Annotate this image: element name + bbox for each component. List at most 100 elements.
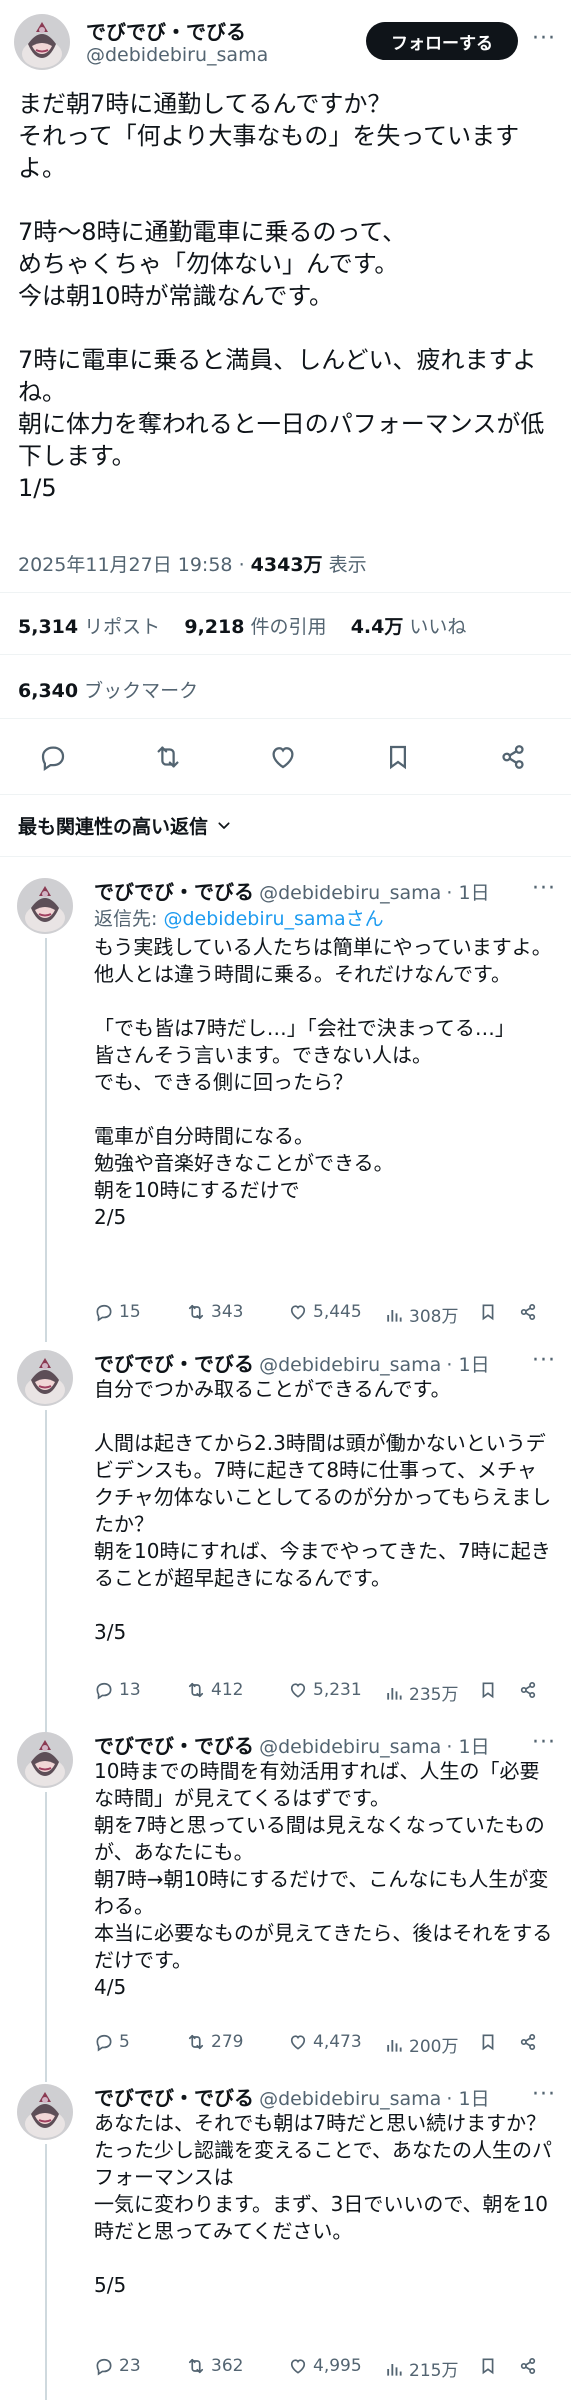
avatar-image <box>17 878 73 934</box>
reply-actions: 13 412 5,231 235万 <box>94 1680 554 1705</box>
reply-age[interactable]: · 1日 <box>446 2088 489 2110</box>
reply-count-button[interactable]: 5 <box>94 2032 130 2052</box>
reply-to-link[interactable]: @debidebiru_samaさん <box>163 908 383 930</box>
reply-header: でびでび・でびる @debidebiru_sama · 1日 <box>94 876 490 905</box>
reply-age[interactable]: · 1日 <box>446 1354 489 1376</box>
reply-text: 自分でつかみ取ることができるんです。 人間は起きてから2.3時間は頭が働かないと… <box>94 1377 552 1644</box>
divider <box>0 654 571 655</box>
likes-stat[interactable]: 4.4万 いいね <box>351 616 467 638</box>
reply-header: でびでび・でびる @debidebiru_sama · 1日 <box>94 1730 490 1759</box>
repost-count-button[interactable]: 362 <box>186 2356 243 2376</box>
reply-avatar[interactable] <box>17 1350 73 1406</box>
quotes-count: 9,218 <box>184 616 245 638</box>
views-count-button[interactable]: 200万 <box>384 2032 458 2057</box>
author-name[interactable]: でびでび・でびる <box>86 16 246 45</box>
author-handle[interactable]: @debidebiru_sama <box>86 44 268 66</box>
share-icon <box>520 1304 536 1320</box>
share-action[interactable] <box>498 742 528 776</box>
repost-count-button[interactable]: 279 <box>186 2032 243 2052</box>
author-avatar[interactable] <box>14 14 70 70</box>
bookmark-icon <box>482 2358 494 2375</box>
reply-author-name[interactable]: でびでび・でびる <box>94 1352 254 1376</box>
like-count: 5,445 <box>313 1302 362 1322</box>
reply-author-name[interactable]: でびでび・でびる <box>94 880 254 904</box>
reply-actions: 15 343 5,445 308万 <box>94 1302 554 1327</box>
bookmark-icon <box>390 745 406 770</box>
like-count-button[interactable]: 4,473 <box>288 2032 362 2052</box>
reply-text: あなたは、それでも朝は7時だと思い続けますか？ たった少し認識を変えることで、あ… <box>94 2111 552 2297</box>
reply-author-handle[interactable]: @debidebiru_sama <box>259 1354 441 1376</box>
more-options-button[interactable]: ··· <box>532 26 556 51</box>
reply-author-handle[interactable]: @debidebiru_sama <box>259 1736 441 1758</box>
like-count-button[interactable]: 5,231 <box>288 1680 362 1700</box>
bookmark-action[interactable] <box>383 742 413 776</box>
views-count: 4343万 <box>250 554 323 576</box>
divider <box>0 794 571 795</box>
reply-icon <box>96 2034 112 2052</box>
reply-header: でびでび・でびる @debidebiru_sama · 1日 <box>94 1348 490 1377</box>
reply-icon <box>96 1682 112 1700</box>
views-count: 235万 <box>409 1685 459 1705</box>
heart-icon <box>290 1305 306 1320</box>
share-button[interactable] <box>518 1680 538 1700</box>
reply-avatar[interactable] <box>17 878 73 934</box>
like-count-button[interactable]: 4,995 <box>288 2356 362 2376</box>
reply-author-handle[interactable]: @debidebiru_sama <box>259 2088 441 2110</box>
like-count: 5,231 <box>313 1680 362 1700</box>
quotes-stat[interactable]: 9,218 件の引用 <box>184 616 326 638</box>
reply-author-handle[interactable]: @debidebiru_sama <box>259 882 441 904</box>
bookmark-button[interactable] <box>478 2032 498 2052</box>
follow-button[interactable]: フォローする <box>366 22 518 60</box>
bookmark-button[interactable] <box>478 1302 498 1322</box>
reply-count: 5 <box>119 2032 130 2052</box>
like-action[interactable] <box>268 742 298 776</box>
bookmarks-stat[interactable]: 6,340 ブックマーク <box>18 676 198 703</box>
views-count-button[interactable]: 215万 <box>384 2356 458 2381</box>
views-count-button[interactable]: 308万 <box>384 1302 458 1327</box>
like-count: 4,995 <box>313 2356 362 2376</box>
reply-count-button[interactable]: 13 <box>94 1680 141 1700</box>
reply-action[interactable] <box>38 742 68 776</box>
reply-sort-selector[interactable]: 最も関連性の高い返信 <box>18 812 232 839</box>
share-button[interactable] <box>518 2032 538 2052</box>
repost-icon <box>188 2034 204 2050</box>
repost-count-button[interactable]: 343 <box>186 1302 243 1322</box>
repost-count-button[interactable]: 412 <box>186 1680 243 1700</box>
bookmark-button[interactable] <box>478 1680 498 1700</box>
reply-icon <box>96 2358 112 2376</box>
reply-author-name[interactable]: でびでび・でびる <box>94 2086 254 2110</box>
tweet-timestamp[interactable]: 2025年11月27日 19:58 <box>18 554 233 576</box>
views-count: 308万 <box>409 1307 459 1327</box>
reply-author-name[interactable]: でびでび・でびる <box>94 1734 254 1758</box>
share-button[interactable] <box>518 1302 538 1322</box>
reply-more-button[interactable]: ··· <box>532 2082 556 2107</box>
views-count: 215万 <box>409 2361 459 2381</box>
likes-label: いいね <box>409 616 467 638</box>
reply-more-button[interactable]: ··· <box>532 1730 556 1755</box>
repost-count: 412 <box>211 1680 244 1700</box>
reply-age[interactable]: · 1日 <box>446 1736 489 1758</box>
reply-count-button[interactable]: 15 <box>94 1302 141 1322</box>
reply-more-button[interactable]: ··· <box>532 1348 556 1373</box>
bookmark-button[interactable] <box>478 2356 498 2376</box>
repost-count: 343 <box>211 1302 244 1322</box>
bookmarks-count: 6,340 <box>18 680 79 702</box>
reply-count-button[interactable]: 23 <box>94 2356 141 2376</box>
avatar-image <box>17 1732 73 1788</box>
divider <box>0 856 571 857</box>
views-count: 200万 <box>409 2037 459 2057</box>
meta-separator: · <box>238 554 245 576</box>
repost-action[interactable] <box>153 742 183 776</box>
reply-avatar[interactable] <box>17 2084 73 2140</box>
share-button[interactable] <box>518 2356 538 2376</box>
thread-line <box>45 2144 47 2400</box>
repost-count: 279 <box>211 2032 244 2052</box>
like-count-button[interactable]: 5,445 <box>288 1302 362 1322</box>
repost-icon <box>188 1304 204 1320</box>
reply-avatar[interactable] <box>17 1732 73 1788</box>
views-count-button[interactable]: 235万 <box>384 1680 458 1705</box>
reply-more-button[interactable]: ··· <box>532 876 556 901</box>
reply-age[interactable]: · 1日 <box>446 882 489 904</box>
reposts-stat[interactable]: 5,314 リポスト <box>18 616 160 638</box>
reply-sort-label: 最も関連性の高い返信 <box>18 816 209 838</box>
